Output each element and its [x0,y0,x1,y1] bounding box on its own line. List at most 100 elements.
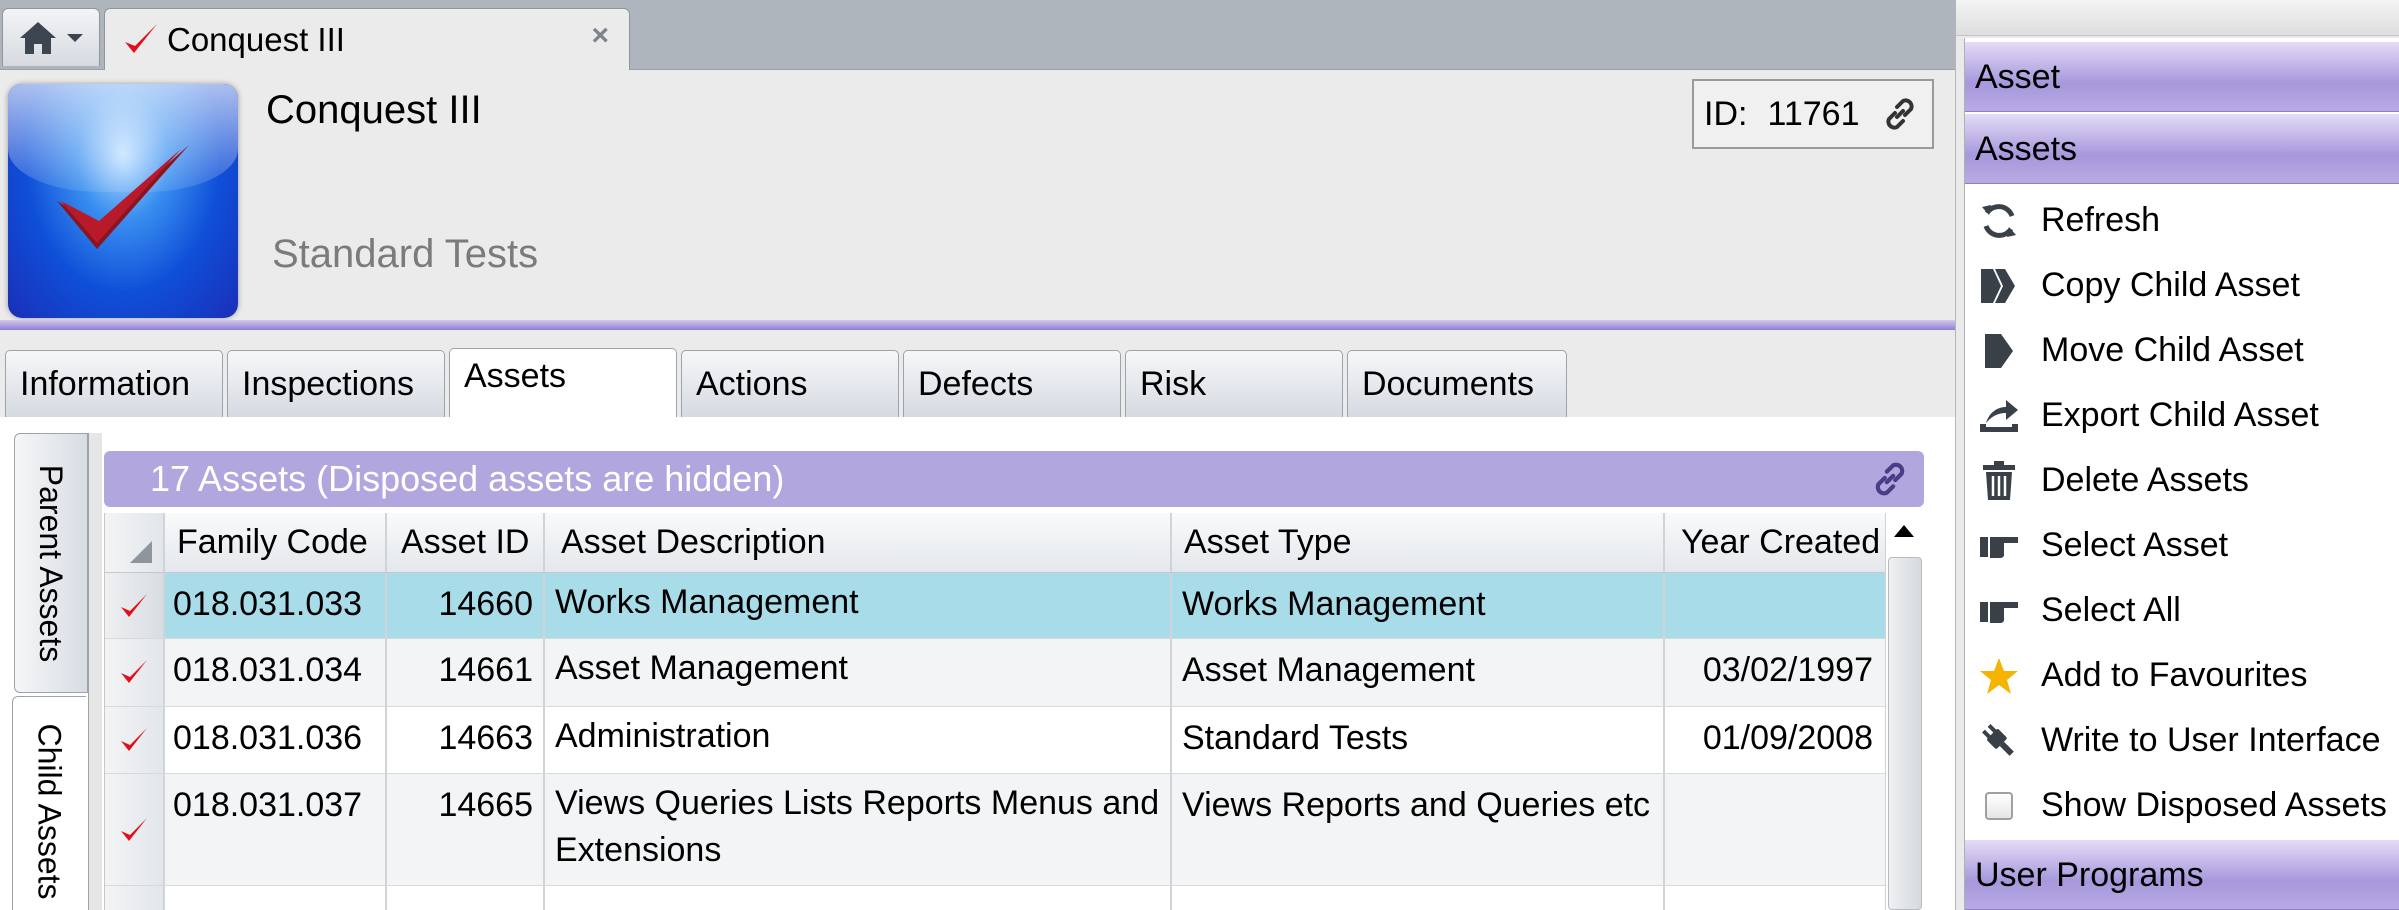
action-label: Move Child Asset [2041,331,2304,369]
asset-id-box: ID: 11761 [1692,79,1934,149]
child-assets-grid: Family Code Asset ID Asset Description A… [104,513,1924,910]
action-export-child-asset[interactable]: Export Child Asset [1965,383,2399,448]
cell-year-created: 01/09/2008 [1702,719,1873,757]
asset-name: Conquest III [266,88,482,132]
section-header-assets[interactable]: Assets [1965,114,2399,184]
plug-icon [1969,708,2029,773]
action-label: Select All [2041,591,2181,629]
row-check-cell [105,573,165,638]
cell-asset-id: 14663 [387,707,545,773]
action-select-all[interactable]: Select All [1965,578,2399,643]
close-tab-button[interactable]: × [591,19,609,53]
action-add-to-favourites[interactable]: Add to Favourites [1965,643,2399,708]
cell-asset-type: Works Management [1172,573,1665,638]
scroll-up-arrow-icon[interactable] [1894,525,1914,537]
header-divider [0,320,1955,330]
document-tab-title: Conquest III [167,20,345,58]
section-user-programs-label: User Programs [1975,856,2204,894]
cell-asset-id [387,886,545,910]
action-label: Add to Favourites [2041,656,2308,694]
tab-child-assets[interactable]: Child Assets [12,696,86,910]
tab-risk[interactable]: Risk [1125,350,1343,417]
checkbox-icon[interactable] [1969,773,2029,838]
id-value: 11761 [1767,94,1860,133]
section-header-user-programs[interactable]: User Programs [1965,840,2399,910]
tab-assets[interactable]: Assets [449,348,677,417]
pointing-hand-icon [1969,513,2029,578]
home-icon [20,21,56,54]
grid-header-row: Family Code Asset ID Asset Description A… [105,513,1885,573]
action-label: Delete Assets [2041,461,2249,499]
tab-inspections[interactable]: Inspections [227,350,445,417]
scrollbar-thumb[interactable] [1888,557,1922,910]
action-label: Export Child Asset [2041,396,2319,434]
table-row[interactable]: 018.031.036 14663 Administration Standar… [105,707,1885,774]
link-icon[interactable] [1870,459,1910,499]
parent-assets-label: Parent Assets [33,464,70,662]
action-label: Refresh [2041,201,2161,239]
row-check-cell [105,707,165,773]
section-assets-label: Assets [1975,130,2078,168]
action-label: Write to User Interface [2041,721,2381,759]
column-header-family-code[interactable]: Family Code [165,513,387,572]
action-refresh[interactable]: Refresh [1965,188,2399,253]
tab-documents[interactable]: Documents [1347,350,1567,417]
cell-asset-description [545,886,1172,910]
table-row[interactable]: 018.031.033 14660 Works Management Works… [105,573,1885,639]
action-label: Show Disposed Assets [2041,786,2387,824]
action-label: Copy Child Asset [2041,266,2300,304]
action-move-child-asset[interactable]: Move Child Asset [1965,318,2399,383]
tab-information[interactable]: Information [5,350,223,417]
cell-family-code: 018.031.033 [165,573,387,638]
column-header-asset-type[interactable]: Asset Type [1172,513,1665,572]
table-row[interactable]: 018.031.037 14665 Views Queries Lists Re… [105,774,1885,886]
cell-asset-description: Asset Management [545,639,1172,706]
tab-actions[interactable]: Actions [681,350,899,417]
action-delete-assets[interactable]: Delete Assets [1965,448,2399,513]
trash-icon [1969,448,2029,513]
star-icon [1969,643,2029,708]
column-header-asset-id[interactable]: Asset ID [387,513,545,572]
refresh-icon [1969,188,2029,253]
action-copy-child-asset[interactable]: Copy Child Asset [1965,253,2399,318]
export-icon [1969,383,2029,448]
cell-family-code [165,886,387,910]
chevron-down-icon [67,33,83,42]
panel-top-strip [1956,0,2399,36]
home-menu-button[interactable] [2,8,100,66]
action-show-disposed-assets[interactable]: Show Disposed Assets [1965,773,2399,838]
section-asset-label: Asset [1975,58,2061,96]
table-row[interactable]: 018.031.034 14661 Asset Management Asset… [105,639,1885,707]
action-panel-container: Asset Assets Refresh Copy Child Asset Mo… [1955,0,2399,910]
cell-asset-description: Administration [545,707,1172,773]
check-logo-icon [57,145,189,249]
cell-asset-id: 14660 [387,573,545,638]
document-tab-conquest[interactable]: Conquest III × [104,8,630,70]
cell-asset-id: 14665 [387,774,545,885]
select-all-corner[interactable] [105,513,165,572]
copy-icon [1969,253,2029,318]
cell-asset-type [1172,886,1665,910]
cell-asset-description: Works Management [545,573,1172,638]
cell-asset-type: Standard Tests [1172,707,1665,773]
action-select-asset[interactable]: Select Asset [1965,513,2399,578]
cell-year-created: 03/02/1997 [1702,651,1873,689]
document-tab-strip: Conquest III × [0,0,1955,70]
action-panel: Asset Assets Refresh Copy Child Asset Mo… [1964,38,2399,910]
asset-type-subtitle: Standard Tests [272,232,539,276]
link-icon[interactable] [1881,95,1919,133]
red-check-icon [125,23,157,53]
main-tab-bar: Information Inspections Assets Actions D… [0,330,1955,417]
red-check-icon [121,817,147,841]
corner-triangle-icon [130,540,152,563]
tab-parent-assets[interactable]: Parent Assets [14,433,88,693]
column-header-asset-description[interactable]: Asset Description [545,513,1172,572]
tab-defects[interactable]: Defects [903,350,1121,417]
table-row[interactable] [105,886,1885,910]
section-header-asset[interactable]: Asset [1965,42,2399,112]
grid-vertical-scrollbar[interactable] [1885,513,1924,910]
row-check-cell [105,639,165,706]
cell-family-code: 018.031.036 [165,707,387,773]
action-write-to-user-interface[interactable]: Write to User Interface [1965,708,2399,773]
column-header-year-created[interactable]: Year Created [1665,513,1885,572]
